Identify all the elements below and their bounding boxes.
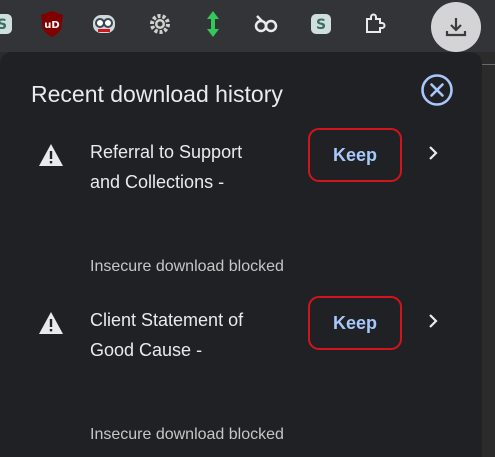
keep-button[interactable]: Keep <box>308 296 402 350</box>
svg-text:uD: uD <box>44 20 59 31</box>
green-arrows-icon[interactable] <box>199 10 227 38</box>
download-file-name[interactable]: Referral to Support and Collections - <box>90 137 290 197</box>
s-extension-icon[interactable]: S <box>307 10 335 38</box>
download-button[interactable] <box>431 2 481 52</box>
file-name-line: and Collections - <box>90 172 225 192</box>
download-history-panel: Recent download history Referral to Supp… <box>0 52 482 457</box>
puzzle-piece-icon[interactable] <box>361 10 389 38</box>
s-extension-icon[interactable]: S <box>0 10 16 38</box>
close-button[interactable] <box>420 73 454 107</box>
page-edge <box>482 52 495 457</box>
download-icon <box>445 18 467 37</box>
gear-icon[interactable] <box>146 10 174 38</box>
file-name-line: Good Cause - <box>90 340 203 360</box>
file-name-line: Client Statement of <box>90 310 244 330</box>
chevron-right-icon[interactable] <box>424 143 442 163</box>
download-file-name[interactable]: Client Statement of Good Cause - <box>90 305 290 365</box>
svg-text:S: S <box>0 17 7 33</box>
chevron-right-icon[interactable] <box>424 311 442 331</box>
download-item: Referral to Support and Collections - Ke… <box>0 123 482 283</box>
download-status: Insecure download blocked <box>90 258 284 275</box>
warning-icon <box>39 144 63 166</box>
glasses-link-icon[interactable] <box>252 10 280 38</box>
warning-icon <box>39 312 63 334</box>
file-name-line: Referral to Support <box>90 142 243 162</box>
close-circle-icon <box>421 74 453 106</box>
robot-face-icon[interactable] <box>90 10 118 38</box>
download-item: Client Statement of Good Cause - Keep In… <box>0 291 482 451</box>
keep-button[interactable]: Keep <box>308 128 402 182</box>
download-status: Insecure download blocked <box>90 426 284 443</box>
browser-toolbar: S uD S <box>0 0 495 52</box>
svg-text:S: S <box>316 17 326 33</box>
panel-title: Recent download history <box>31 81 283 107</box>
ublock-origin-icon[interactable]: uD <box>38 10 66 38</box>
